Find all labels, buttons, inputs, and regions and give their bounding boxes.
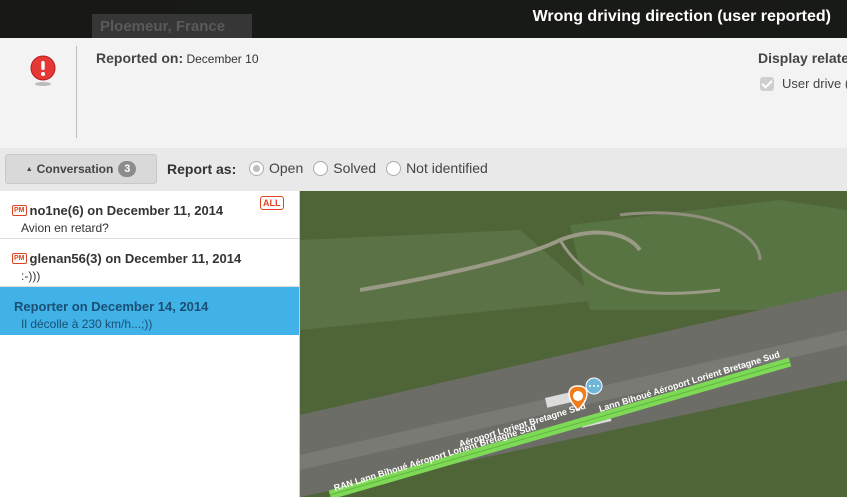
radio-dot[interactable] bbox=[313, 160, 329, 176]
radio-dot[interactable] bbox=[249, 160, 264, 176]
radio-open[interactable]: Open bbox=[249, 160, 303, 176]
message-author: no1ne(6) on December 11, 2014 bbox=[29, 203, 224, 218]
conversation-count-badge: 3 bbox=[118, 161, 137, 177]
user-drive-checkbox[interactable] bbox=[760, 76, 774, 91]
caret-up-icon: ▲ bbox=[25, 165, 33, 173]
reported-date: December 10 bbox=[186, 52, 259, 66]
conversation-button[interactable]: ▲ Conversation 3 bbox=[5, 154, 157, 184]
comment-bubble-icon[interactable] bbox=[585, 377, 603, 395]
radio-dot[interactable] bbox=[386, 160, 402, 176]
message-text: :-))) bbox=[21, 269, 41, 283]
pm-icon: PM bbox=[12, 253, 27, 264]
report-bar: ▲ Conversation 3 Report as: Open Solved … bbox=[0, 148, 847, 191]
radio-not-identified[interactable]: Not identified bbox=[386, 160, 488, 176]
header-bar: Ploemeur, France Wrong driving direction… bbox=[0, 0, 847, 38]
report-as-label: Report as: bbox=[167, 161, 237, 177]
display-related-label: Display relate bbox=[758, 50, 847, 66]
message-author: glenan56(3) on December 11, 2014 bbox=[29, 251, 242, 266]
city-label: Ploemeur, France bbox=[92, 14, 252, 38]
report-info-panel: Reported on: December 10 Display relate … bbox=[0, 38, 847, 148]
reported-label: Reported on: bbox=[96, 50, 184, 66]
message-author: Reporter on December 14, 2014 bbox=[14, 299, 209, 314]
radio-solved[interactable]: Solved bbox=[313, 160, 376, 176]
conversation-list: PM no1ne(6) on December 11, 2014 Avion e… bbox=[0, 191, 300, 497]
list-item[interactable]: PM glenan56(3) on December 11, 2014 :-))… bbox=[0, 239, 299, 287]
all-badge-icon: ALL bbox=[260, 196, 284, 210]
page-title: Wrong driving direction (user reported) bbox=[532, 8, 831, 25]
alert-icon bbox=[30, 55, 56, 86]
message-text: Il décolle à 230 km/h...;)) bbox=[21, 317, 153, 331]
user-drive-label: User drive ( bbox=[782, 76, 847, 91]
report-status-radios: Open Solved Not identified bbox=[249, 160, 498, 176]
radio-label: Open bbox=[269, 160, 304, 176]
user-drive-toggle[interactable]: User drive ( bbox=[760, 76, 847, 91]
radio-label: Not identified bbox=[406, 160, 488, 176]
conversation-label: Conversation bbox=[36, 162, 114, 176]
reported-on: Reported on: December 10 bbox=[96, 50, 259, 66]
divider bbox=[76, 46, 77, 138]
message-text: Avion en retard? bbox=[21, 221, 109, 235]
radio-label: Solved bbox=[333, 160, 377, 176]
pm-icon: PM bbox=[12, 205, 27, 216]
list-item[interactable]: PM no1ne(6) on December 11, 2014 Avion e… bbox=[0, 191, 299, 239]
list-item[interactable]: Reporter on December 14, 2014 Il décolle… bbox=[0, 287, 299, 335]
